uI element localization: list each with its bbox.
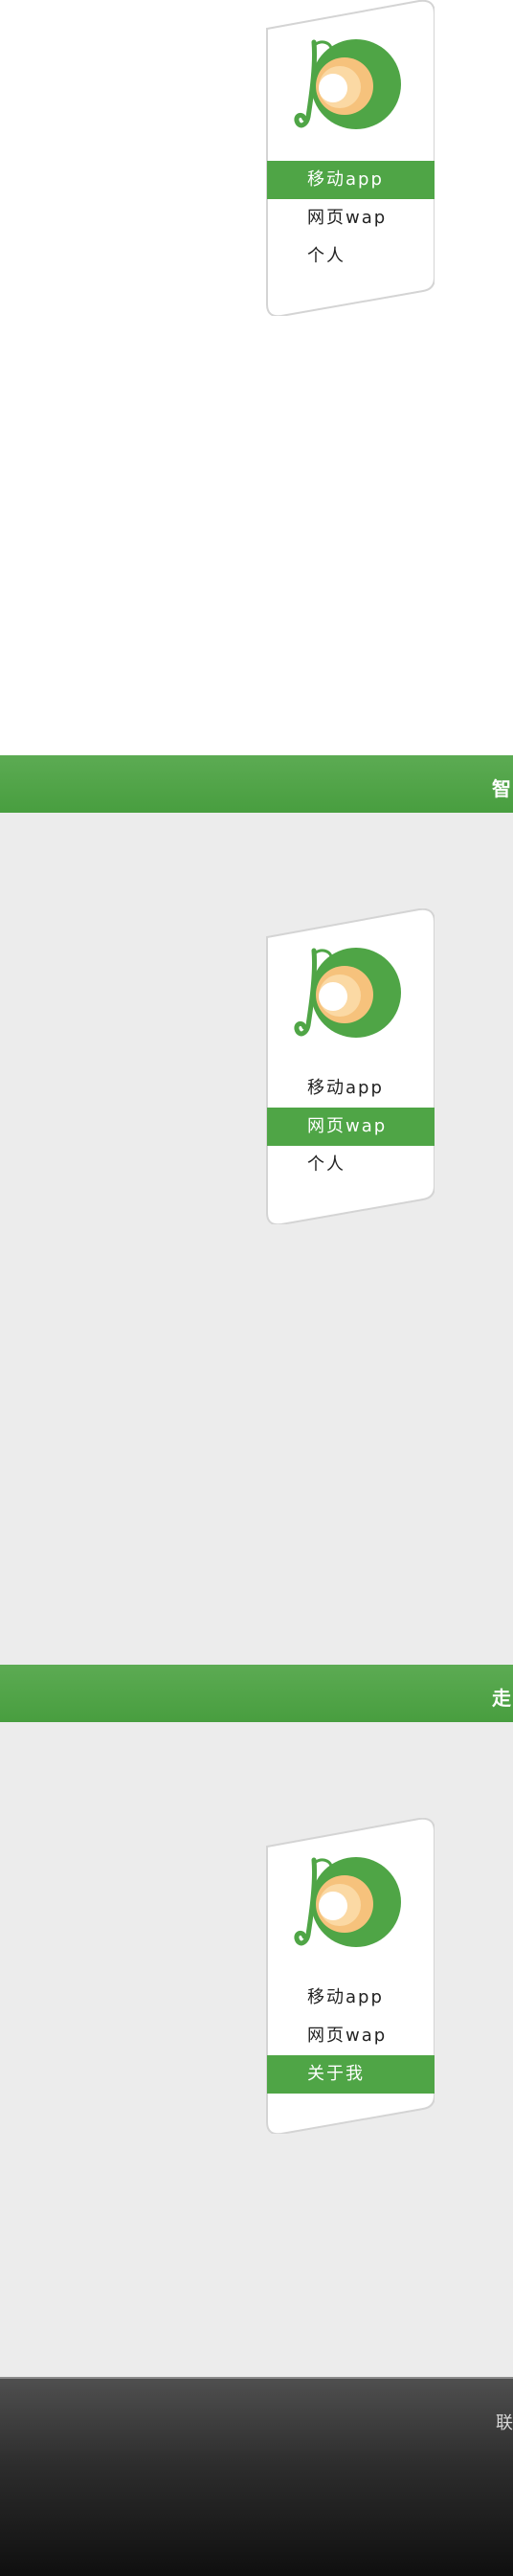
- phone-menu-card: 移动app 网页wap 个人: [266, 0, 435, 316]
- nav-menu: 移动app 网页wap 个人: [267, 1069, 435, 1184]
- footer-contact-text: 联: [496, 2413, 513, 2433]
- menu-item-mobile-app[interactable]: 移动app: [267, 161, 435, 199]
- menu-item-personal[interactable]: 个人: [267, 1146, 435, 1184]
- phone-menu-card: 移动app 网页wap 关于我: [266, 1818, 435, 2134]
- section-title: 智: [492, 777, 513, 800]
- section-two: 智 移动app 网页wap 个人: [0, 755, 513, 1665]
- menu-item-web-wap[interactable]: 网页wap: [267, 1108, 435, 1146]
- section-three: 走 移动app 网页wap 关于我: [0, 1665, 513, 2377]
- page-footer: 联: [0, 2377, 513, 2576]
- menu-item-about-me[interactable]: 关于我: [267, 2055, 435, 2094]
- menu-item-web-wap[interactable]: 网页wap: [267, 199, 435, 237]
- phone-menu-card: 移动app 网页wap 个人: [266, 908, 435, 1224]
- brand-logo-icon: [287, 34, 402, 140]
- nav-menu: 移动app 网页wap 关于我: [267, 1979, 435, 2094]
- brand-logo-icon: [287, 1852, 402, 1958]
- hero-section: 移动app 网页wap 个人: [0, 0, 513, 755]
- section-header-band: 智: [0, 755, 513, 813]
- menu-item-personal[interactable]: 个人: [267, 237, 435, 276]
- section-title: 走: [492, 1687, 513, 1710]
- nav-menu: 移动app 网页wap 个人: [267, 161, 435, 276]
- menu-item-mobile-app[interactable]: 移动app: [267, 1069, 435, 1108]
- section-header-band: 走: [0, 1665, 513, 1722]
- brand-logo-icon: [287, 943, 402, 1048]
- menu-item-web-wap[interactable]: 网页wap: [267, 2017, 435, 2055]
- menu-item-mobile-app[interactable]: 移动app: [267, 1979, 435, 2017]
